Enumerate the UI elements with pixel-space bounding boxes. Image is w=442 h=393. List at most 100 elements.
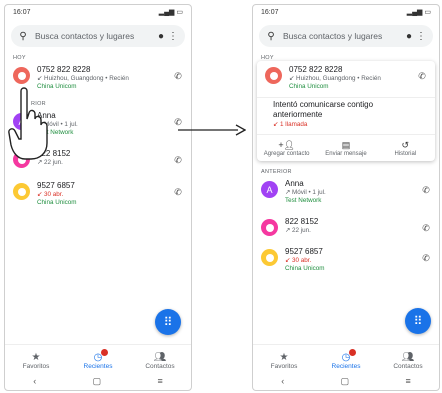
tab-favorites[interactable]: ★ Favoritos: [259, 352, 309, 370]
avatar: [261, 249, 278, 267]
menu-icon[interactable]: ≡: [158, 376, 163, 386]
call-detail: ↙ Huizhou, Guangdong • Recién: [289, 75, 381, 82]
status-bar: 16:07 ▂▄▆ ▭: [5, 5, 191, 19]
call-row[interactable]: 822 8152 ↗ 22 jun. ✆: [253, 213, 439, 243]
phone-icon[interactable]: ✆: [417, 71, 427, 82]
add-contact-icon: +👤︎: [278, 140, 295, 151]
call-network: China Unicom: [285, 265, 325, 273]
phone-icon[interactable]: ✆: [173, 187, 183, 198]
tab-label: Contactos: [393, 363, 423, 370]
call-network: China Unicom: [37, 82, 77, 90]
tab-recents[interactable]: ◷ Recientes: [321, 349, 371, 370]
menu-icon[interactable]: ≡: [406, 376, 411, 386]
pointing-hand-icon: [8, 87, 48, 160]
call-name: Anna: [37, 111, 56, 120]
missed-count: ↙ 1 llamada: [273, 121, 308, 129]
message-icon: ▤: [341, 140, 351, 151]
arrow-icon: [178, 124, 246, 136]
system-nav: ‹ ▢ ≡: [253, 372, 439, 390]
call-name: 0752 822 8228: [37, 65, 91, 74]
search-icon: ⚲: [267, 30, 275, 42]
avatar: [13, 183, 30, 200]
call-name: 9527 6857: [37, 181, 75, 190]
search-icon: ⚲: [19, 30, 27, 42]
dialpad-button[interactable]: ⠿: [155, 309, 181, 335]
notification-badge: [101, 349, 109, 356]
dialpad-icon: ⠿: [413, 314, 423, 328]
call-network: China Unicom: [289, 82, 329, 90]
action-label: Historial: [394, 151, 417, 158]
tab-favorites[interactable]: ★ Favoritos: [11, 352, 61, 370]
status-icons: ▂▄▆ ▭: [406, 9, 431, 16]
call-name: Anna: [285, 179, 304, 189]
tab-label: Favoritos: [22, 363, 50, 370]
call-row[interactable]: 0752 822 8228 ↙ Huizhou, Guangdong • Rec…: [257, 61, 435, 97]
status-bar: 16:07 ▂▄▆ ▭: [253, 5, 439, 19]
call-detail: ↙ Huizhou, Guangdong • Recién: [37, 75, 129, 82]
call-name: 822 8152: [37, 149, 71, 158]
call-row[interactable]: A Anna ↗ Móvil • 1 jul. Test Network ✆: [253, 175, 439, 213]
tab-contacts[interactable]: 👥︎ Contactos: [383, 352, 433, 370]
call-detail: ↙ 30 abr.: [37, 191, 64, 198]
search-bar[interactable]: ⚲ Busca contactos y lugares ● ⋮: [11, 25, 185, 47]
missed-label: 1 llamada: [280, 121, 308, 129]
people-icon: 👥︎: [401, 352, 415, 363]
system-nav: ‹ ▢ ≡: [5, 372, 191, 390]
more-icon[interactable]: ⋮: [167, 31, 179, 42]
mic-icon[interactable]: ●: [155, 31, 167, 42]
avatar: [261, 219, 278, 237]
dialpad-button[interactable]: ⠿: [405, 308, 431, 334]
notification-badge: [349, 349, 357, 356]
more-icon[interactable]: ⋮: [415, 31, 427, 42]
bottom-nav: ★ Favoritos ◷ Recientes 👥︎ Contactos: [5, 344, 191, 370]
phone-icon[interactable]: ✆: [421, 253, 431, 264]
clock-icon: ◷: [342, 349, 357, 363]
back-icon[interactable]: ‹: [281, 376, 284, 386]
history-button[interactable]: ↺ Historial: [379, 140, 431, 157]
mic-icon[interactable]: ●: [403, 31, 415, 42]
call-network: Test Network: [37, 128, 74, 136]
tab-recents[interactable]: ◷ Recientes: [73, 349, 123, 370]
star-icon: ★: [279, 352, 289, 363]
phone-icon[interactable]: ✆: [421, 223, 431, 234]
search-input[interactable]: Busca contactos y lugares: [283, 31, 403, 41]
phone-icon[interactable]: ✆: [173, 155, 183, 166]
expanded-call-card: 0752 822 8228 ↙ Huizhou, Guangdong • Rec…: [257, 61, 435, 162]
call-date: 30 abr.: [292, 257, 312, 265]
call-name: 0752 822 8228: [289, 65, 343, 74]
phone-screen-after: 16:07 ▂▄▆ ▭ ⚲ Busca contactos y lugares …: [252, 4, 440, 391]
call-detail: ↙ 30 abr.: [285, 257, 312, 265]
tab-label: Favoritos: [270, 363, 298, 370]
call-detail: ↗ Móvil • 1 jul.: [37, 121, 78, 128]
tab-contacts[interactable]: 👥︎ Contactos: [135, 352, 185, 370]
tab-label: Recientes: [83, 363, 113, 370]
call-network: China Unicom: [37, 198, 77, 206]
avatar: [265, 67, 282, 84]
phone-icon[interactable]: ✆: [173, 71, 183, 82]
call-row[interactable]: 9527 6857 ↙ 30 abr. China Unicom ✆: [253, 243, 439, 281]
status-icons: ▂▄▆ ▭: [158, 9, 183, 16]
call-detail: ↗ 22 jun.: [37, 159, 63, 166]
call-row[interactable]: 9527 6857 ↙ 30 abr. China Unicom ✆: [5, 177, 191, 215]
call-detail: ↗ 22 jun.: [285, 227, 311, 235]
avatar: A: [261, 181, 278, 199]
call-name: 9527 6857: [285, 247, 323, 257]
tab-label: Contactos: [145, 363, 175, 370]
call-network: Test Network: [285, 197, 322, 205]
back-icon[interactable]: ‹: [33, 376, 36, 386]
home-icon[interactable]: ▢: [93, 376, 102, 387]
status-time: 16:07: [13, 8, 31, 16]
tab-label: Recientes: [331, 363, 361, 370]
call-detail: ↗ Móvil • 1 jul.: [285, 189, 326, 197]
dialpad-icon: ⠿: [163, 315, 173, 329]
search-input[interactable]: Busca contactos y lugares: [35, 31, 155, 41]
home-icon[interactable]: ▢: [341, 376, 350, 387]
action-label: Enviar mensaje: [325, 151, 367, 158]
action-label: Agregar contacto: [263, 151, 310, 158]
add-contact-button[interactable]: +👤︎ Agregar contacto: [261, 140, 313, 157]
action-row: +👤︎ Agregar contacto ▤ Enviar mensaje ↺ …: [257, 134, 435, 161]
send-message-button[interactable]: ▤ Enviar mensaje: [320, 140, 372, 157]
bottom-nav: ★ Favoritos ◷ Recientes 👥︎ Contactos: [253, 344, 439, 370]
phone-icon[interactable]: ✆: [421, 185, 431, 196]
search-bar[interactable]: ⚲ Busca contactos y lugares ● ⋮: [259, 25, 433, 47]
